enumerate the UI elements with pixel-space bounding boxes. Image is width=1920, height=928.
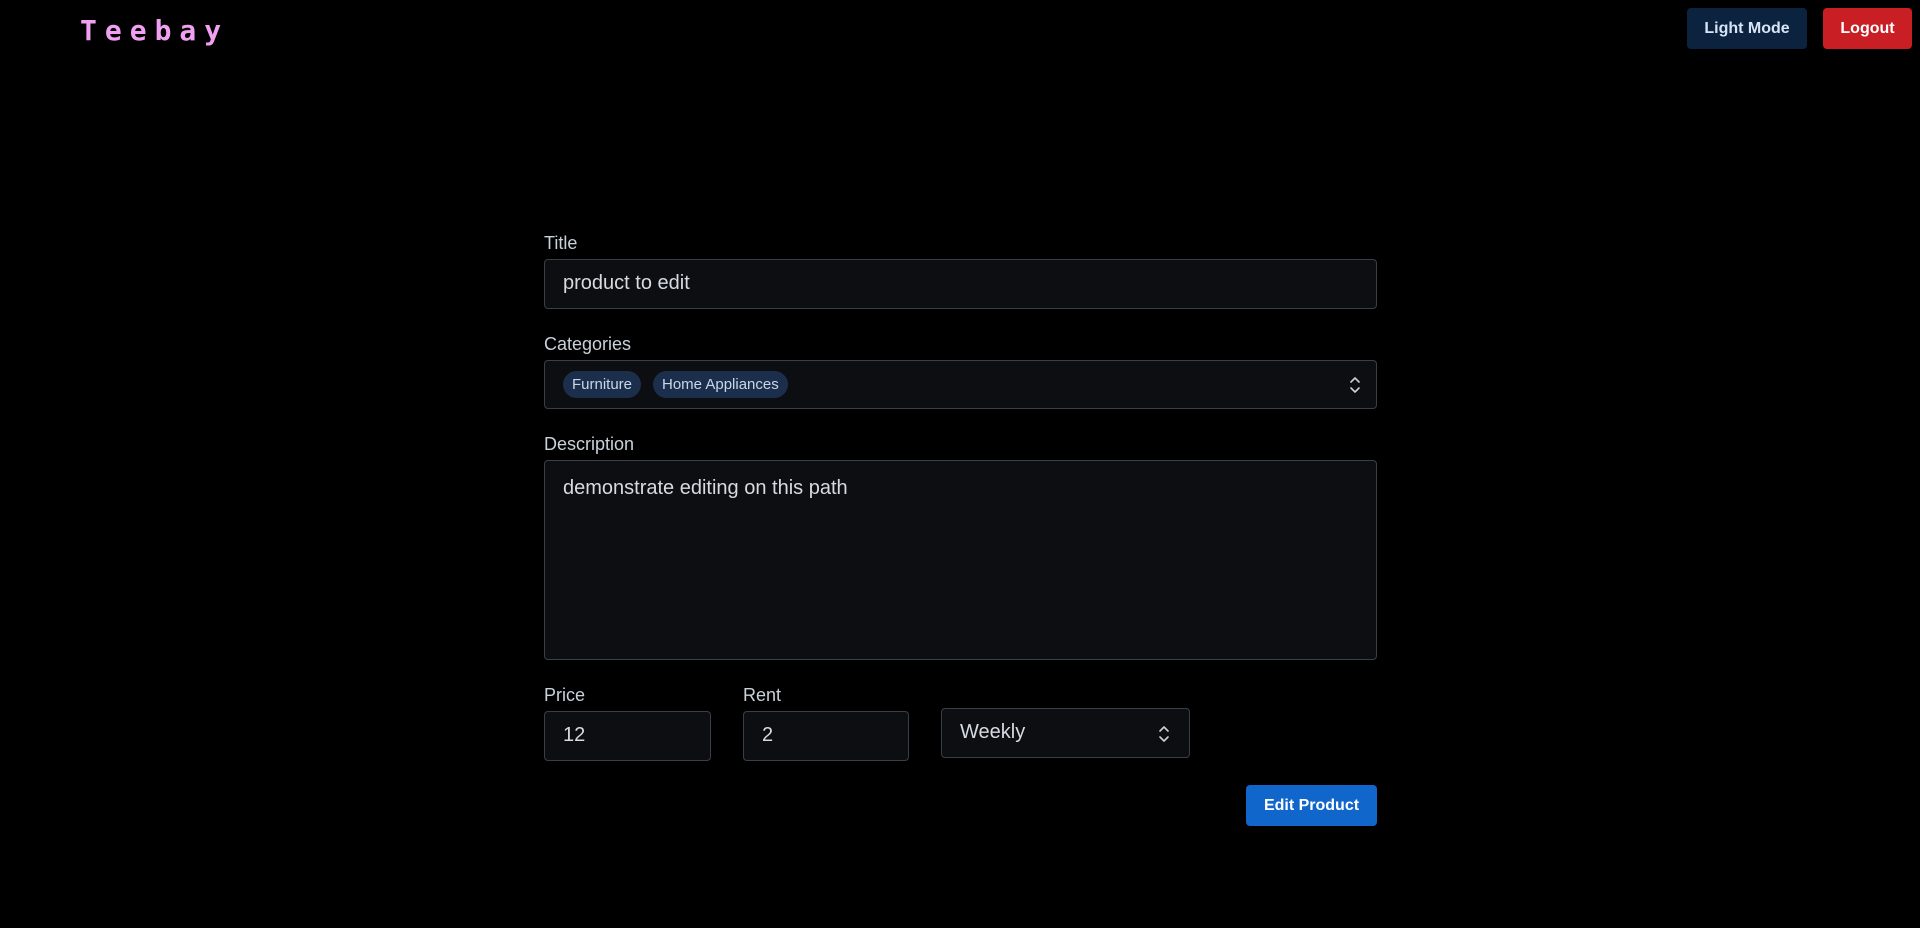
price-value: 12 — [563, 724, 586, 746]
description-label: Description — [544, 434, 635, 454]
category-chip-home-appliances[interactable]: Home Appliances — [653, 371, 788, 398]
theme-toggle-button[interactable]: Light Mode — [1687, 8, 1807, 49]
top-bar: Teebay Light Mode Logout — [0, 0, 1920, 70]
edit-product-form: Title product to edit Categories Furnitu… — [544, 230, 1377, 830]
category-chip-furniture[interactable]: Furniture — [563, 371, 642, 398]
categories-select[interactable]: Furniture Home Appliances — [544, 360, 1377, 409]
rent-label: Rent — [743, 685, 782, 705]
title-input[interactable]: product to edit — [544, 259, 1377, 309]
title-input-value: product to edit — [563, 272, 690, 294]
price-label: Price — [544, 685, 586, 705]
edit-product-button[interactable]: Edit Product — [1246, 785, 1377, 826]
title-label: Title — [544, 233, 578, 253]
price-input[interactable]: 12 — [544, 711, 711, 761]
brand-logo[interactable]: Teebay — [80, 14, 229, 47]
description-value: demonstrate editing on this path — [563, 477, 848, 499]
chevron-up-down-icon — [1159, 726, 1169, 742]
rent-period-select[interactable]: Weekly — [941, 708, 1190, 758]
categories-label: Categories — [544, 334, 632, 354]
rent-period-value: Weekly — [960, 721, 1026, 743]
rent-input[interactable]: 2 — [743, 711, 909, 761]
rent-value: 2 — [762, 724, 774, 746]
logout-button[interactable]: Logout — [1823, 8, 1912, 49]
chevron-up-down-icon — [1350, 377, 1360, 393]
description-textarea[interactable]: demonstrate editing on this path — [544, 460, 1377, 660]
